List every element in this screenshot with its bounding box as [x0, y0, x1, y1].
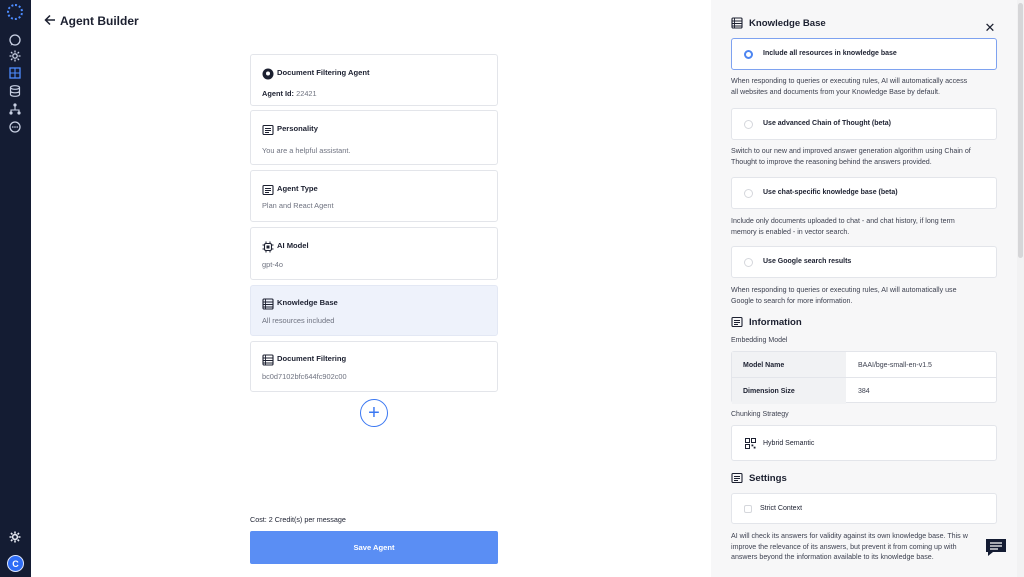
strict-context-checkbox[interactable]: [744, 505, 752, 513]
radio-chat-specific[interactable]: [744, 189, 753, 198]
strict-context-label: Strict Context: [760, 505, 803, 512]
option-label: Use Google search results: [763, 258, 852, 265]
option-description-line: Google to search for more information.: [731, 296, 853, 305]
table-row: Model Name BAAI/bge-small-en-v1.5: [732, 352, 996, 378]
document-icon: [731, 316, 743, 328]
panel-scroll-thumb[interactable]: [1018, 3, 1023, 258]
gear-icon[interactable]: [8, 49, 22, 63]
strict-context-option[interactable]: Strict Context: [731, 493, 997, 524]
settings-title: Settings: [749, 472, 787, 484]
information-title: Information: [749, 316, 802, 328]
agent-id-value: 22421: [296, 89, 317, 98]
personality-card[interactable]: Personality You are a helpful assistant.: [250, 110, 498, 165]
radio-google-search[interactable]: [744, 258, 753, 267]
chat-dots-icon[interactable]: [8, 120, 22, 134]
embedding-model-label: Embedding Model: [731, 337, 788, 344]
ai-model-value: gpt-4o: [262, 260, 283, 269]
option-description-line: When responding to queries or executing …: [731, 286, 957, 294]
option-label: Use advanced Chain of Thought (beta): [763, 120, 891, 127]
hierarchy-icon[interactable]: [8, 102, 22, 116]
personality-value: You are a helpful assistant.: [262, 146, 351, 155]
option-description: When responding to queries or executing …: [731, 76, 1001, 97]
option-description-line: all websites and documents from your Kno…: [731, 87, 940, 96]
chunking-strategy-value: Hybrid Semantic: [763, 440, 815, 447]
document-icon: [262, 183, 274, 196]
option-include-all[interactable]: Include all resources in knowledge base: [731, 38, 997, 70]
knowledge-base-value: All resources included: [262, 316, 335, 325]
option-label: Include all resources in knowledge base: [763, 50, 897, 57]
document-filtering-title: Document Filtering: [277, 354, 347, 363]
close-icon[interactable]: ✕: [984, 21, 996, 34]
document-icon: [262, 123, 274, 136]
agent-card[interactable]: Document Filtering Agent Agent Id: 22421: [250, 54, 498, 106]
settings-description: AI will check its answers for validity a…: [731, 531, 1013, 563]
database-list-icon: [731, 17, 743, 29]
personality-title: Personality: [277, 124, 318, 133]
page-title: Agent Builder: [60, 14, 139, 28]
information-header: Information: [731, 316, 802, 328]
settings-header: Settings: [731, 472, 787, 484]
knowledge-base-card[interactable]: Knowledge Base All resources included: [250, 285, 498, 336]
option-description-line: Switch to our new and improved answer ge…: [731, 147, 971, 155]
brain-icon: [262, 67, 274, 80]
table-key: Model Name: [732, 352, 846, 378]
cost-text: Cost: 2 Credit(s) per message: [250, 515, 346, 524]
radio-include-all[interactable]: [744, 50, 753, 59]
settings-description-line: answers beyond the information available…: [731, 553, 934, 561]
database-list-icon: [262, 297, 274, 310]
agent-id-label: Agent Id:: [262, 89, 295, 98]
chip-icon: [262, 240, 274, 253]
settings-description-line: AI will check its answers for validity a…: [731, 532, 968, 540]
chunking-strategy-box: Hybrid Semantic: [731, 425, 997, 461]
qr-grid-icon: [745, 438, 756, 449]
back-arrow-icon[interactable]: [44, 13, 56, 27]
table-row: Dimension Size 384: [732, 378, 996, 404]
embedding-info-table: Model Name BAAI/bge-small-en-v1.5 Dimens…: [731, 351, 997, 404]
chunking-strategy-label: Chunking Strategy: [731, 411, 789, 418]
option-description-line: Thought to improve the reasoning behind …: [731, 157, 932, 166]
settings-description-line: improve the relevance of its answers, bu…: [731, 542, 957, 551]
option-description: When responding to queries or executing …: [731, 285, 1001, 306]
option-google-search[interactable]: Use Google search results: [731, 246, 997, 278]
ai-model-card[interactable]: AI Model gpt-4o: [250, 227, 498, 280]
logo-icon[interactable]: [7, 4, 23, 20]
panel-header: Knowledge Base: [731, 17, 826, 29]
agent-type-title: Agent Type: [277, 184, 318, 193]
document-filtering-value: bc0d7102bfc644fc902c00: [262, 372, 347, 381]
option-description-line: When responding to queries or executing …: [731, 77, 968, 85]
ai-model-title: AI Model: [277, 241, 309, 250]
database-list-icon: [262, 353, 274, 366]
agent-type-card[interactable]: Agent Type Plan and React Agent: [250, 170, 498, 222]
option-description-line: memory is enabled - in vector search.: [731, 227, 850, 236]
radio-chain-of-thought[interactable]: [744, 120, 753, 129]
add-step-button[interactable]: +: [360, 399, 388, 427]
sidebar: C: [0, 0, 31, 577]
option-description: Include only documents uploaded to chat …: [731, 216, 1001, 237]
save-agent-button[interactable]: Save Agent: [250, 531, 498, 564]
option-description: Switch to our new and improved answer ge…: [731, 146, 1001, 167]
panel-title: Knowledge Base: [749, 17, 826, 29]
agent-id: Agent Id: 22421: [262, 89, 317, 98]
agent-type-value: Plan and React Agent: [262, 201, 334, 210]
option-chat-specific[interactable]: Use chat-specific knowledge base (beta): [731, 177, 997, 209]
document-icon: [731, 472, 743, 484]
document-filtering-card[interactable]: Document Filtering bc0d7102bfc644fc902c0…: [250, 341, 498, 392]
table-value: BAAI/bge-small-en-v1.5: [858, 362, 932, 369]
knowledge-base-title: Knowledge Base: [277, 298, 338, 307]
table-value: 384: [858, 388, 870, 395]
option-label: Use chat-specific knowledge base (beta): [763, 189, 898, 196]
chat-icon[interactable]: [8, 33, 22, 47]
plus-icon: +: [368, 402, 380, 424]
database-icon[interactable]: [8, 84, 22, 98]
settings-gear-icon[interactable]: [8, 530, 22, 544]
grid-icon[interactable]: [8, 66, 22, 80]
option-description-line: Include only documents uploaded to chat …: [731, 217, 955, 225]
agent-name: Document Filtering Agent: [277, 68, 370, 77]
avatar[interactable]: C: [7, 555, 24, 572]
option-chain-of-thought[interactable]: Use advanced Chain of Thought (beta): [731, 108, 997, 140]
table-key: Dimension Size: [732, 378, 846, 404]
chat-support-icon[interactable]: [984, 538, 1008, 558]
